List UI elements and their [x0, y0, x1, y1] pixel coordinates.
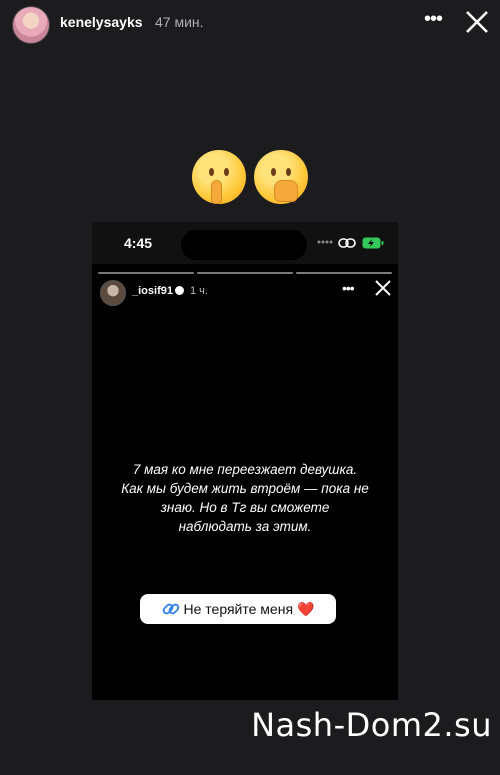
- story-progress-bar: [98, 272, 392, 274]
- story-text-line: наблюдать за этим.: [178, 519, 312, 534]
- story-header: kenelysayks 47 мин. •••: [0, 0, 500, 48]
- link-sticker[interactable]: Не теряйте меня ❤️: [140, 594, 336, 624]
- story-text: 7 мая ко мне переезжает девушка. Как мы …: [92, 460, 398, 536]
- story-text-line: знаю. Но в Тг вы сможете: [160, 500, 330, 515]
- username[interactable]: kenelysayks: [60, 14, 143, 30]
- story-text-line: 7 мая ко мне переезжает девушка.: [132, 462, 358, 477]
- inner-username[interactable]: _iosif91: [132, 285, 173, 297]
- heart-icon: ❤️: [297, 600, 315, 617]
- battery-icon: [362, 237, 384, 249]
- more-options-icon[interactable]: •••: [424, 9, 443, 32]
- avatar[interactable]: [12, 6, 50, 44]
- story-text-line: Как мы будем жить втроём — пока не: [121, 481, 369, 496]
- inner-post-time: 1 ч.: [190, 285, 208, 297]
- chain-link-icon: [338, 238, 356, 248]
- link-icon: [162, 603, 179, 615]
- link-sticker-label: Не теряйте меня: [183, 601, 294, 617]
- verified-icon: [175, 286, 184, 295]
- watermark: Nash-Dom2.su: [251, 706, 492, 744]
- status-bar: 4:45: [92, 222, 398, 264]
- emoji-sticker: [0, 150, 500, 209]
- hand-over-mouth-icon: [254, 150, 309, 204]
- dynamic-island: [181, 230, 307, 260]
- inner-close-icon[interactable]: [372, 277, 394, 299]
- signal-icon: [317, 240, 333, 244]
- status-time: 4:45: [124, 235, 153, 251]
- inner-avatar[interactable]: [100, 280, 126, 306]
- shushing-face-icon: [191, 150, 246, 204]
- screenshot-frame: 4:45 _iosif91 1 ч. ••• 7 мая ко мне пере: [92, 222, 398, 700]
- close-icon[interactable]: [463, 8, 491, 36]
- inner-more-options-icon[interactable]: •••: [342, 280, 355, 296]
- inner-story-header: _iosif91 1 ч. •••: [92, 280, 398, 310]
- post-time: 47 мин.: [155, 14, 204, 30]
